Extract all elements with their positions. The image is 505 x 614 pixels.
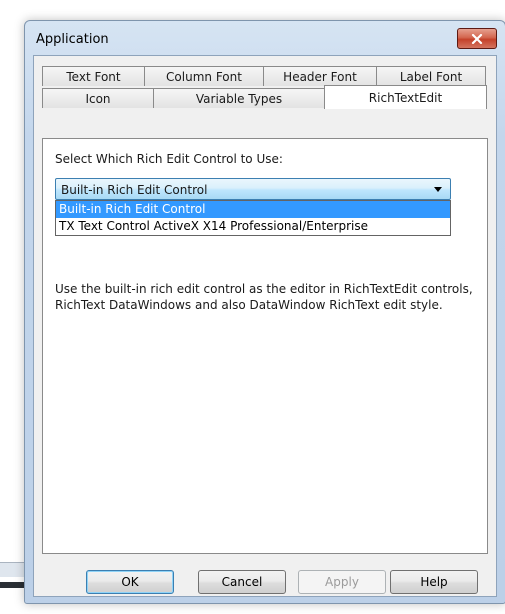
apply-button[interactable]: Apply xyxy=(298,570,386,594)
description-line-1: Use the built-in rich edit control as th… xyxy=(55,282,473,296)
tab-row-front: Icon Variable Types RichTextEdit xyxy=(42,85,487,109)
help-button[interactable]: Help xyxy=(390,570,478,594)
dialog-client-area: Text Font Column Font Header Font Label … xyxy=(33,55,497,597)
ok-button[interactable]: OK xyxy=(86,570,174,594)
rich-edit-description: Use the built-in rich edit control as th… xyxy=(55,281,485,313)
richtextedit-panel: Select Which Rich Edit Control to Use: B… xyxy=(42,138,488,554)
tab-icon[interactable]: Icon xyxy=(42,88,154,108)
dropdown-option-tx-text-control[interactable]: TX Text Control ActiveX X14 Professional… xyxy=(56,218,450,235)
tab-variable-types[interactable]: Variable Types xyxy=(153,88,325,108)
rich-edit-dropdown-list: Built-in Rich Edit Control TX Text Contr… xyxy=(55,200,451,236)
application-dialog: Application Text Font Column Font Header… xyxy=(24,20,505,604)
tab-header-font[interactable]: Header Font xyxy=(263,66,377,86)
combobox-value: Built-in Rich Edit Control xyxy=(61,183,208,197)
rich-edit-select-label: Select Which Rich Edit Control to Use: xyxy=(55,152,283,166)
dropdown-option-builtin[interactable]: Built-in Rich Edit Control xyxy=(56,201,450,218)
rich-edit-control-combobox[interactable]: Built-in Rich Edit Control xyxy=(55,178,451,200)
tab-label-font[interactable]: Label Font xyxy=(376,66,486,86)
tab-column-font[interactable]: Column Font xyxy=(144,66,264,86)
title-bar[interactable]: Application xyxy=(25,21,505,55)
chevron-down-icon[interactable] xyxy=(434,187,442,192)
tab-text-font[interactable]: Text Font xyxy=(42,66,145,86)
cancel-button[interactable]: Cancel xyxy=(198,570,286,594)
tab-row-back: Text Font Column Font Header Font Label … xyxy=(42,66,486,86)
close-button[interactable] xyxy=(457,28,497,49)
tab-richtextedit[interactable]: RichTextEdit xyxy=(324,85,487,109)
close-x-icon xyxy=(471,33,483,44)
description-line-2: RichText DataWindows and also DataWindow… xyxy=(55,298,443,312)
window-title: Application xyxy=(36,32,109,47)
